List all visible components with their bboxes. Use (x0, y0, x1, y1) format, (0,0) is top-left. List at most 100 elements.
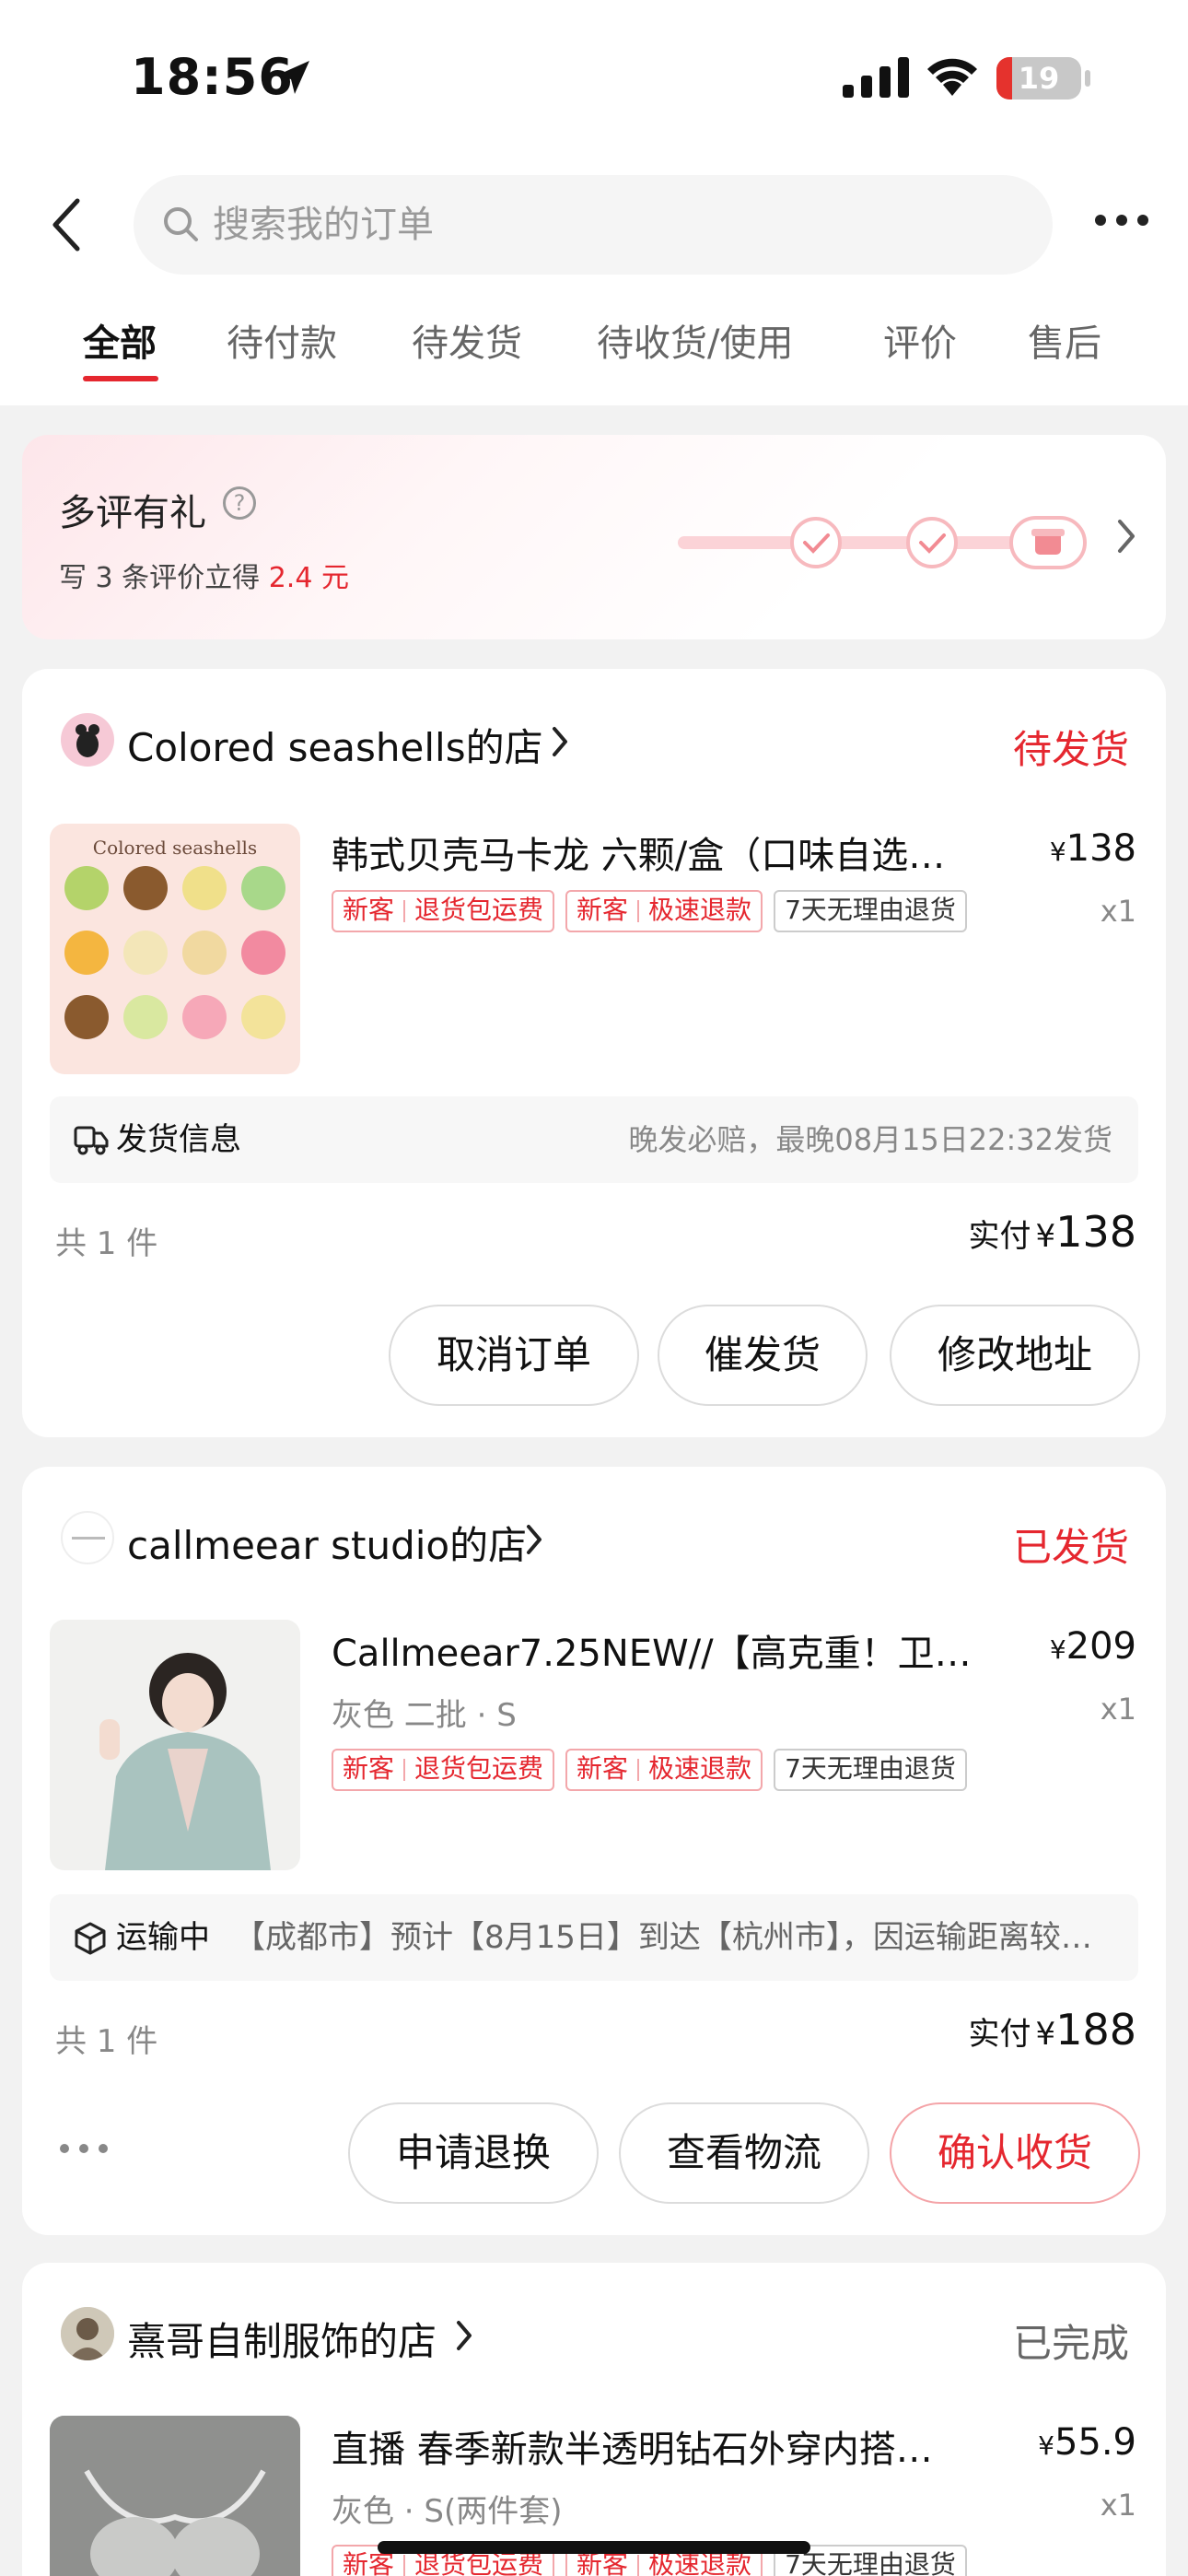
review-reward-card[interactable]: 多评有礼 ? 写 3 条评价立得 2.4 元 (22, 435, 1166, 639)
paid-currency: ¥ (1035, 1218, 1056, 1255)
tab-all[interactable]: 全部 (83, 313, 157, 367)
product-spec: 灰色 二批 · S (332, 1697, 517, 1734)
battery-icon: 19 (996, 57, 1081, 100)
order-status: 已发货 (1012, 1525, 1129, 1570)
promo-title: 多评有礼 (59, 492, 206, 534)
lingerie-set-image (50, 2416, 300, 2576)
tag-new-customer: 新客 (343, 895, 395, 925)
paid-value: 138 (1055, 1207, 1136, 1257)
logistics-info-bar[interactable]: 运输中 【成都市】预计【8月15日】到达【杭州市】，因运输距离较… (50, 1894, 1138, 1981)
urge-shipment-button[interactable]: 催发货 (658, 1305, 868, 1406)
review-progress-icon (678, 516, 1087, 569)
tag-new-customer: 新客 (343, 1753, 395, 1784)
hoodie-model-image (50, 1620, 300, 1870)
package-icon (75, 1922, 106, 1955)
logistics-text: 【成都市】预计【8月15日】到达【杭州市】，因运输距离较… (234, 1919, 1092, 1956)
product-spec: 灰色 · S(两件套) (332, 2493, 563, 2530)
header-area: 18:56 19 搜索我的订单 全部 待付款 待发货 待收货/使用 评价 售后 (0, 0, 1188, 405)
product-qty: x1 (1100, 894, 1136, 929)
search-icon (164, 207, 198, 241)
shop-chevron-icon (527, 1525, 542, 1554)
product-qty: x1 (1100, 2488, 1136, 2523)
tag-7day-return: 7天无理由退货 (774, 890, 967, 932)
product-qty: x1 (1100, 1692, 1136, 1727)
cancel-order-button[interactable]: 取消订单 (389, 1305, 639, 1406)
tab-after-sales[interactable]: 售后 (1028, 313, 1101, 367)
shipping-info-label: 发货信息 (116, 1121, 241, 1158)
tag-fast-refund: 新客 极速退款 (565, 1749, 763, 1791)
status-bar: 18:56 19 (0, 0, 1188, 157)
price-value: 55.9 (1054, 2421, 1136, 2464)
service-tags: 新客 退货包运费 新客 极速退款 7天无理由退货 (332, 890, 978, 932)
active-tab-indicator (83, 376, 158, 381)
tag-free-return-shipping: 新客 退货包运费 (332, 890, 555, 932)
battery-level: 19 (1018, 61, 1060, 96)
shop-name[interactable]: 熹哥自制服饰的店 (127, 2311, 437, 2367)
promo-subtitle-text: 写 3 条评价立得 (59, 562, 269, 594)
location-arrow-icon (276, 61, 309, 94)
back-chevron-icon[interactable] (48, 195, 85, 254)
currency-symbol: ¥ (1038, 2430, 1054, 2461)
tab-pending-shipment[interactable]: 待发货 (412, 313, 522, 367)
paid-label: 实付 (968, 2016, 1031, 2053)
shop-chevron-icon (457, 2321, 472, 2350)
tag-7day-return: 7天无理由退货 (774, 1749, 967, 1791)
product-image[interactable] (50, 2416, 300, 2576)
search-placeholder: 搜索我的订单 (213, 204, 434, 246)
currency-symbol: ¥ (1049, 837, 1066, 867)
help-icon[interactable]: ? (223, 486, 256, 520)
shop-name-text: Colored seashells的店 (127, 725, 543, 770)
paid-currency: ¥ (1035, 2016, 1056, 2053)
promo-subtitle: 写 3 条评价立得 2.4 元 (59, 555, 349, 595)
paid-amount: 实付 ¥138 (968, 1207, 1136, 1257)
tag-new-customer: 新客 (577, 1753, 629, 1784)
item-count: 共 1 件 (55, 2023, 158, 2060)
edit-address-button[interactable]: 修改地址 (890, 1305, 1140, 1406)
wifi-icon (927, 58, 977, 96)
battery-cap (1085, 70, 1090, 87)
search-input[interactable]: 搜索我的订单 (134, 175, 1053, 275)
order-card-3: 熹哥自制服饰的店 已完成 直播 春季新款半透明钻石外穿内搭… ¥55.9 灰色 … (22, 2263, 1166, 2576)
more-actions-icon[interactable] (59, 2143, 109, 2154)
product-image[interactable] (50, 1620, 300, 1870)
product-price: ¥209 (1050, 1625, 1136, 1668)
thumb-title: Colored seashells (92, 837, 258, 859)
order-status: 已完成 (1012, 2321, 1129, 2366)
tag-text: 退货包运费 (414, 895, 544, 925)
view-logistics-button[interactable]: 查看物流 (619, 2102, 869, 2204)
request-return-button[interactable]: 申请退换 (348, 2102, 599, 2204)
product-title[interactable]: 韩式贝壳马卡龙 六颗/盒（口味自选… (332, 825, 995, 879)
paid-label: 实付 (968, 1218, 1031, 1255)
shop-logo-icon (61, 2307, 114, 2360)
shipping-info-bar[interactable]: 发货信息 晚发必赔，最晚08月15日22:32发货 (50, 1096, 1138, 1183)
chevron-right-icon (1118, 520, 1135, 553)
macaron-grid-image (64, 866, 285, 1039)
tab-pending-receipt[interactable]: 待收货/使用 (597, 313, 793, 367)
price-value: 209 (1066, 1625, 1136, 1668)
promo-amount: 2.4 元 (268, 562, 349, 594)
paid-amount: 实付 ¥188 (968, 2005, 1136, 2055)
shop-avatar (61, 2307, 114, 2360)
status-time: 18:56 (131, 48, 294, 106)
product-title[interactable]: 直播 春季新款半透明钻石外穿内搭… (332, 2419, 995, 2473)
product-price: ¥55.9 (1038, 2421, 1136, 2464)
home-indicator[interactable] (378, 2541, 810, 2554)
product-title[interactable]: Callmeear7.25NEW//【高克重！卫衣… (332, 1623, 995, 1677)
shop-name[interactable]: callmeear studio的店 (127, 1515, 527, 1571)
shop-name-text: 熹哥自制服饰的店 (127, 2319, 437, 2364)
tab-review[interactable]: 评价 (883, 313, 957, 367)
price-value: 138 (1066, 827, 1136, 870)
tag-text: 极速退款 (648, 895, 752, 925)
confirm-receipt-button[interactable]: 确认收货 (890, 2102, 1140, 2204)
order-tabs: 全部 待付款 待发货 待收货/使用 评价 售后 (0, 313, 1188, 387)
more-options-icon[interactable] (1094, 214, 1149, 227)
product-image[interactable]: Colored seashells (50, 824, 300, 1074)
order-card-1: Colored seashells的店 待发货 Colored seashell… (22, 669, 1166, 1437)
tab-pending-payment[interactable]: 待付款 (227, 313, 337, 367)
delivery-truck-icon (74, 1126, 109, 1155)
order-status: 待发货 (1012, 727, 1129, 772)
nav-bar: 搜索我的订单 (0, 166, 1188, 286)
shop-name[interactable]: Colored seashells的店 (127, 717, 543, 773)
shop-name-text: callmeear studio的店 (127, 1523, 528, 1568)
tag-text: 极速退款 (648, 1753, 752, 1784)
